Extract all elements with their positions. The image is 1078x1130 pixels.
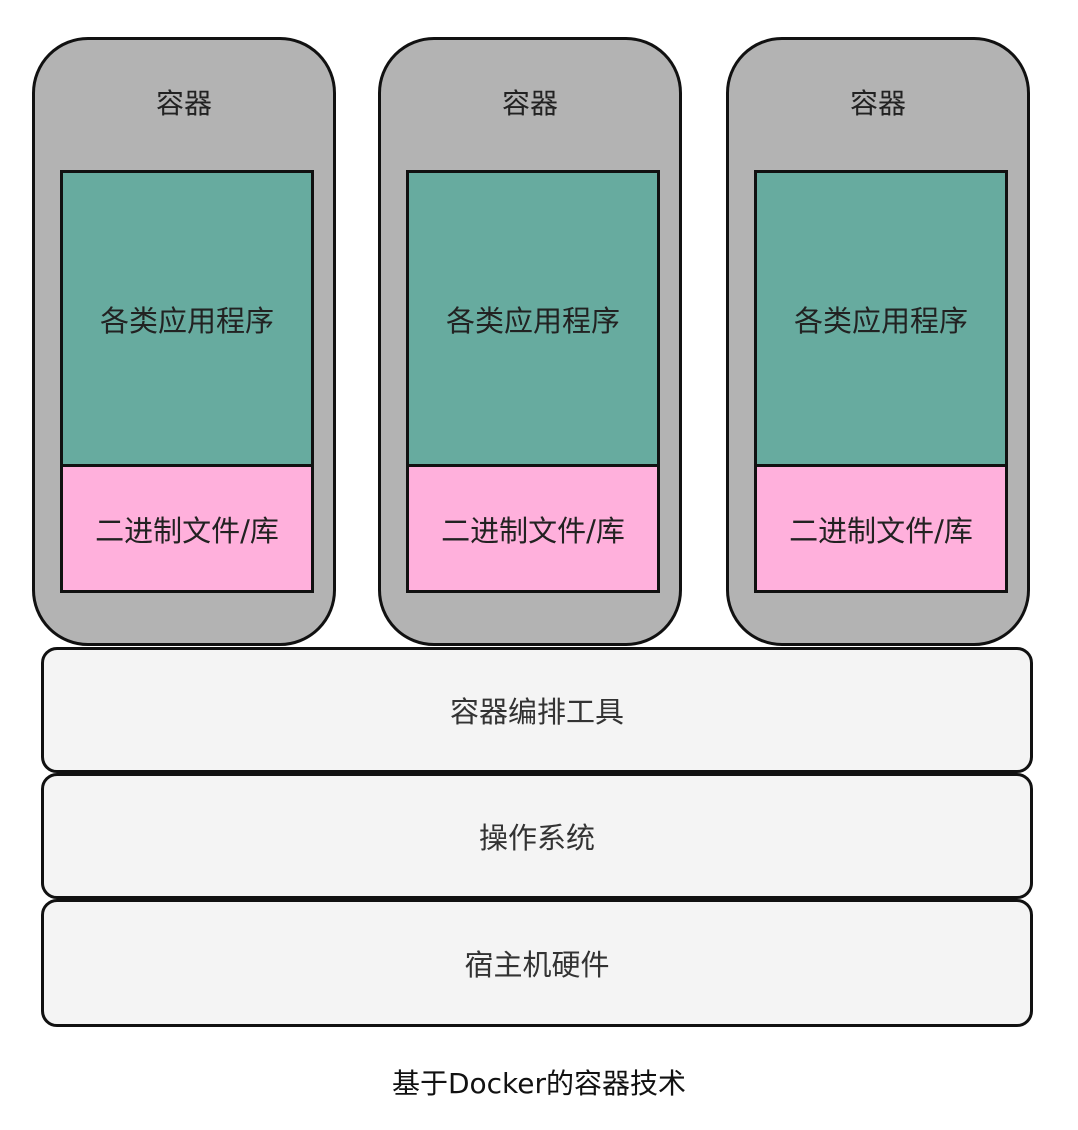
hardware-layer: 宿主机硬件 bbox=[41, 899, 1033, 1027]
os-layer: 操作系统 bbox=[41, 773, 1033, 899]
binaries-libraries-box: 二进制文件/库 bbox=[754, 464, 1008, 593]
container-title: 容器 bbox=[155, 87, 212, 120]
binaries-libraries-label: 二进制文件/库 bbox=[441, 513, 625, 548]
container-title: 容器 bbox=[501, 87, 558, 120]
applications-label: 各类应用程序 bbox=[793, 303, 968, 338]
orchestration-label: 容器编排工具 bbox=[449, 695, 624, 729]
applications-label: 各类应用程序 bbox=[99, 303, 274, 338]
binaries-libraries-box: 二进制文件/库 bbox=[60, 464, 314, 593]
applications-label: 各类应用程序 bbox=[445, 303, 620, 338]
applications-box: 各类应用程序 bbox=[406, 170, 660, 467]
applications-box: 各类应用程序 bbox=[60, 170, 314, 467]
binaries-libraries-label: 二进制文件/库 bbox=[789, 513, 973, 548]
hardware-label: 宿主机硬件 bbox=[464, 948, 610, 982]
applications-box: 各类应用程序 bbox=[754, 170, 1008, 467]
diagram-caption: 基于Docker的容器技术 bbox=[391, 1067, 687, 1100]
container-title: 容器 bbox=[849, 87, 906, 120]
binaries-libraries-label: 二进制文件/库 bbox=[95, 513, 279, 548]
os-label: 操作系统 bbox=[478, 821, 595, 855]
container-3: 容器 各类应用程序 二进制文件/库 bbox=[726, 37, 1030, 646]
binaries-libraries-box: 二进制文件/库 bbox=[406, 464, 660, 593]
container-1: 容器 各类应用程序 二进制文件/库 bbox=[32, 37, 336, 646]
orchestration-layer: 容器编排工具 bbox=[41, 647, 1033, 773]
container-2: 容器 各类应用程序 二进制文件/库 bbox=[378, 37, 682, 646]
